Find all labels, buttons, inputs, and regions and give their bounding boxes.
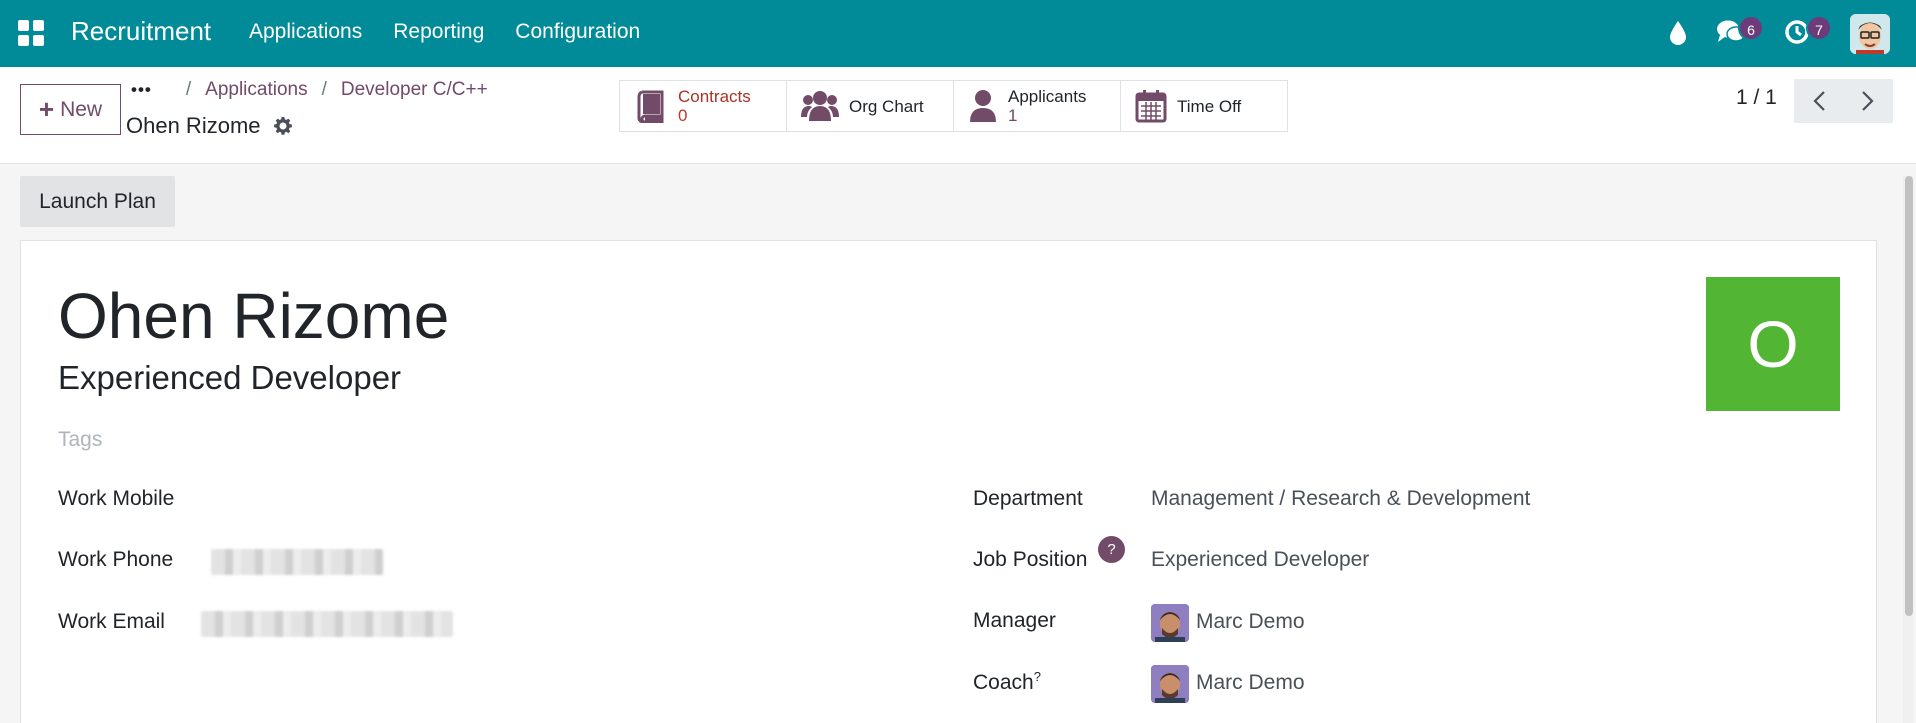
work-phone-input[interactable] — [211, 549, 383, 575]
coach-label-text: Coach — [973, 671, 1034, 694]
tags-field[interactable]: Tags — [58, 428, 102, 452]
employee-name[interactable]: Ohen Rizome — [58, 279, 449, 353]
plus-icon: + — [38, 93, 55, 124]
user-icon — [970, 90, 996, 122]
control-panel: + New ••• / Applications / Developer C/C… — [0, 67, 1916, 164]
breadcrumb-separator: / — [185, 79, 192, 100]
work-email-label: Work Email — [58, 610, 165, 633]
record-title-text: Ohen Rizome — [126, 113, 261, 138]
job-position-label: Job Position — [973, 548, 1088, 571]
user-avatar[interactable] — [1850, 14, 1890, 54]
contracts-label: Contracts — [678, 87, 751, 106]
breadcrumb-applications[interactable]: Applications — [205, 79, 307, 101]
applicants-count: 1 — [1008, 106, 1018, 125]
breadcrumb-more-icon[interactable]: ••• — [131, 80, 152, 100]
department-field[interactable]: Management / Research & Development — [1151, 487, 1530, 511]
main-menu: Applications Reporting Configuration — [249, 20, 640, 44]
org-chart-label: Org Chart — [849, 96, 924, 116]
activities-tray[interactable]: 7 — [1784, 15, 1832, 51]
time-off-label: Time Off — [1177, 96, 1242, 116]
breadcrumb-separator: / — [321, 79, 327, 100]
page-scrollbar-thumb[interactable] — [1905, 176, 1913, 616]
employee-avatar[interactable]: O — [1706, 277, 1840, 411]
coach-help-icon[interactable]: ? — [1034, 669, 1041, 684]
chevron-right-icon — [1862, 91, 1874, 111]
work-mobile-label: Work Mobile — [58, 487, 175, 510]
coach-field[interactable]: Marc Demo — [1196, 671, 1305, 695]
manager-field[interactable]: Marc Demo — [1196, 610, 1305, 634]
calendar-icon — [1135, 90, 1167, 123]
debug-drop-icon[interactable] — [1668, 20, 1688, 51]
employee-form-sheet: Ohen Rizome Experienced Developer Tags O… — [20, 240, 1877, 723]
breadcrumb-job[interactable]: Developer C/C++ — [341, 79, 488, 101]
activities-badge: 7 — [1806, 15, 1832, 41]
manager-label: Manager — [973, 609, 1056, 632]
job-position-help-icon[interactable]: ? — [1098, 536, 1125, 563]
breadcrumb: ••• / Applications / Developer C/C++ — [131, 79, 488, 101]
app-brand[interactable]: Recruitment — [71, 16, 211, 47]
new-button[interactable]: + New — [20, 84, 121, 135]
org-chart-smart-button[interactable]: Org Chart — [786, 80, 954, 132]
book-icon — [637, 90, 664, 123]
coach-label: Coach? — [973, 669, 1041, 695]
messages-badge: 6 — [1738, 15, 1764, 41]
menu-configuration[interactable]: Configuration — [515, 20, 640, 44]
pager-next-button[interactable] — [1843, 79, 1893, 123]
apps-menu-icon[interactable] — [18, 20, 44, 46]
new-button-label: New — [60, 97, 103, 121]
menu-reporting[interactable]: Reporting — [393, 20, 484, 44]
contracts-count: 0 — [678, 106, 688, 125]
chevron-left-icon — [1813, 91, 1825, 111]
department-label: Department — [973, 487, 1083, 510]
menu-applications[interactable]: Applications — [249, 20, 362, 44]
work-phone-label: Work Phone — [58, 548, 174, 571]
users-icon — [801, 91, 839, 121]
employee-job-title[interactable]: Experienced Developer — [58, 359, 401, 397]
messages-tray[interactable]: 6 — [1716, 15, 1764, 51]
record-title: Ohen Rizome — [126, 113, 293, 139]
contracts-smart-button[interactable]: Contracts 0 — [619, 80, 787, 132]
smart-buttons: Contracts 0 Org Chart Applicants 1 Time … — [619, 80, 1288, 132]
work-email-input[interactable] — [201, 611, 453, 637]
pager-value[interactable]: 1 / 1 — [1736, 86, 1777, 110]
applicants-label: Applicants — [1008, 87, 1087, 106]
pager-previous-button[interactable] — [1794, 79, 1844, 123]
coach-avatar — [1151, 665, 1189, 703]
job-position-field[interactable]: Experienced Developer — [1151, 548, 1369, 572]
top-navbar: Recruitment Applications Reporting Confi… — [0, 0, 1916, 67]
launch-plan-button[interactable]: Launch Plan — [20, 176, 175, 227]
applicants-smart-button[interactable]: Applicants 1 — [953, 80, 1121, 132]
manager-avatar — [1151, 604, 1189, 642]
gear-icon[interactable] — [273, 116, 293, 136]
time-off-smart-button[interactable]: Time Off — [1120, 80, 1288, 132]
